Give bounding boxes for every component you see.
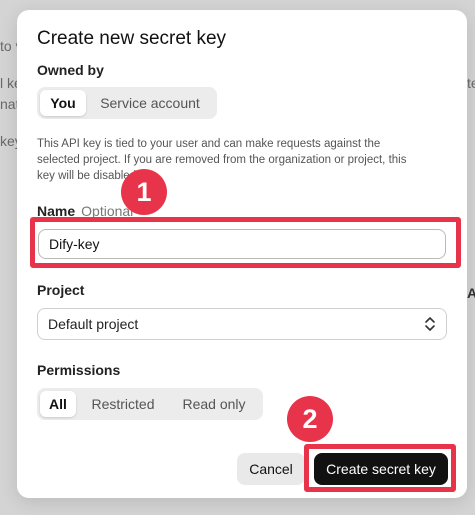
chevron-up-down-icon [424, 316, 436, 332]
name-input[interactable] [38, 229, 446, 259]
permissions-option-restricted[interactable]: Restricted [76, 391, 170, 417]
create-secret-key-dialog: Create new secret key Owned by You Servi… [17, 10, 467, 498]
create-secret-key-button[interactable]: Create secret key [314, 453, 448, 485]
owned-by-option-service-account[interactable]: Service account [86, 90, 214, 116]
background-text: Al [467, 285, 475, 301]
name-optional-hint: Optional [81, 203, 134, 219]
permissions-label: Permissions [37, 362, 121, 378]
project-label: Project [37, 282, 85, 298]
cancel-button[interactable]: Cancel [237, 453, 305, 485]
permissions-option-read-only[interactable]: Read only [170, 391, 258, 417]
owned-by-toggle: You Service account [37, 87, 217, 119]
owned-by-label: Owned by [37, 62, 104, 78]
project-select-value: Default project [48, 316, 139, 332]
owner-help-text: This API key is tied to your user and ca… [37, 138, 407, 182]
background-text: te [467, 75, 475, 91]
project-select[interactable]: Default project [37, 308, 447, 340]
name-label: Name [37, 203, 76, 219]
permissions-option-all[interactable]: All [40, 391, 76, 417]
name-field-label: Name Optional [37, 203, 133, 219]
dialog-title: Create new secret key [37, 28, 227, 49]
permissions-toggle: All Restricted Read only [37, 388, 263, 420]
owned-by-option-you[interactable]: You [40, 90, 86, 116]
